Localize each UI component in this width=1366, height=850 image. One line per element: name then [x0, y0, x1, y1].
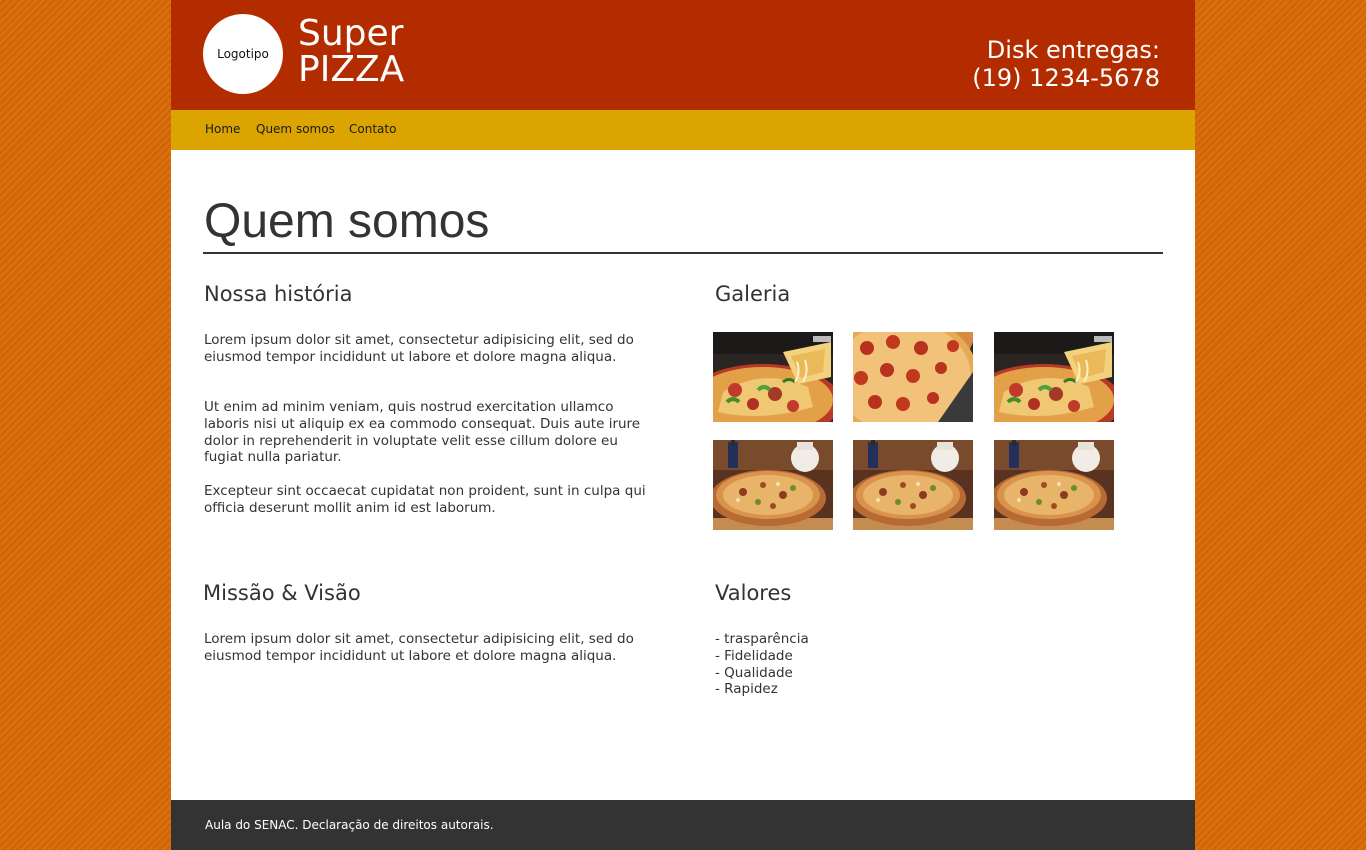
page-container: Logotipo Super PIZZA Disk entregas: (19)… — [171, 0, 1195, 850]
nav-item-home[interactable]: Home — [205, 122, 240, 136]
nav-item-quem-somos[interactable]: Quem somos — [256, 122, 335, 136]
brand-line-1: Super — [298, 13, 404, 54]
nav-item-contato[interactable]: Contato — [349, 122, 396, 136]
logo[interactable]: Logotipo — [203, 14, 283, 94]
values-item: - Rapidez — [715, 681, 778, 698]
gallery-image-5[interactable] — [853, 440, 973, 530]
brand-line-2: PIZZA — [298, 49, 405, 90]
pizza-table-image — [994, 440, 1114, 530]
history-title: Nossa história — [204, 282, 353, 306]
footer-text: Aula do SENAC. Declaração de direitos au… — [205, 818, 494, 832]
page-title: Quem somos — [204, 195, 490, 248]
gallery-image-3[interactable] — [994, 332, 1114, 422]
site-header: Logotipo Super PIZZA Disk entregas: (19)… — [171, 0, 1195, 110]
pepperoni-pizza-image — [853, 332, 973, 422]
values-title: Valores — [715, 581, 792, 605]
gallery-image-6[interactable] — [994, 440, 1114, 530]
site-footer: Aula do SENAC. Declaração de direitos au… — [171, 800, 1195, 850]
gallery-image-2[interactable] — [853, 332, 973, 422]
pizza-table-image — [713, 440, 833, 530]
gallery-image-4[interactable] — [713, 440, 833, 530]
title-divider — [203, 252, 1163, 254]
logo-text: Logotipo — [217, 47, 269, 61]
history-paragraph-2: Ut enim ad minim veniam, quis nostrud ex… — [204, 399, 641, 466]
delivery-phone: (19) 1234-5678 — [972, 64, 1160, 92]
mission-paragraph: Lorem ipsum dolor sit amet, consectetur … — [204, 631, 634, 664]
values-list: - trasparência - Fidelidade - Qualidade … — [715, 631, 809, 698]
mission-title: Missão & Visão — [203, 581, 361, 605]
delivery-info: Disk entregas: (19) 1234-5678 — [972, 36, 1160, 92]
pizza-slice-image — [994, 332, 1114, 422]
main-nav: Home Quem somos Contato — [171, 110, 1195, 150]
values-item: - Fidelidade — [715, 647, 793, 664]
gallery-image-1[interactable] — [713, 332, 833, 422]
pizza-table-image — [853, 440, 973, 530]
pizza-slice-image — [713, 332, 833, 422]
history-paragraph-1: Lorem ipsum dolor sit amet, consectetur … — [204, 332, 634, 365]
values-item: - trasparência — [715, 631, 809, 647]
gallery-title: Galeria — [715, 282, 791, 306]
brand-name: Super PIZZA — [298, 16, 404, 88]
values-item: - Qualidade — [715, 664, 793, 681]
delivery-label: Disk entregas: — [986, 36, 1160, 64]
history-paragraph-3: Excepteur sint occaecat cupidatat non pr… — [204, 483, 646, 516]
